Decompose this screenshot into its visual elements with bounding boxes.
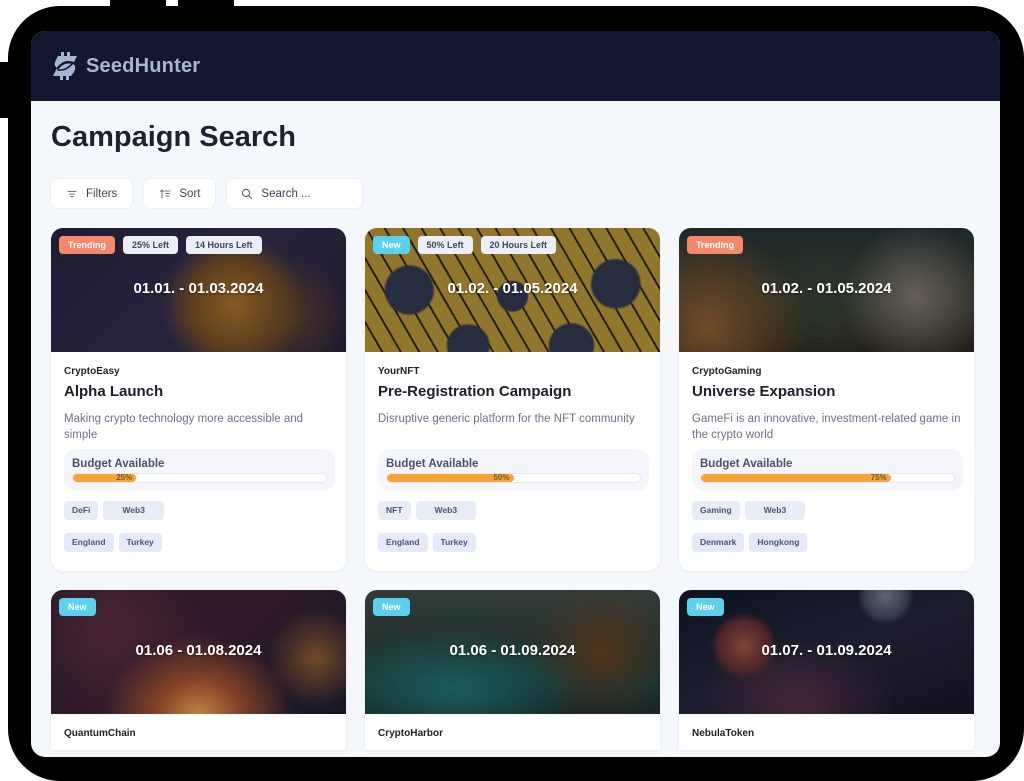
campaign-dates: 01.02. - 01.05.2024 (761, 280, 892, 297)
campaign-grid: Trending 25% Left 14 Hours Left 01.01. -… (51, 228, 975, 750)
campaign-title: Alpha Launch (64, 383, 164, 400)
category-tag[interactable]: Web3 (415, 501, 477, 520)
sort-button[interactable]: Sort (144, 179, 216, 208)
campaign-card[interactable]: New 01.06 - 01.08.2024 QuantumChain (51, 590, 346, 750)
toolbar: Filters Sort Search ... (51, 179, 363, 208)
badge-group: New 50% Left 20 Hours Left (373, 236, 557, 254)
new-badge: New (373, 236, 410, 254)
budget-label: Budget Available (72, 458, 165, 470)
category-tags: DeFi Web3 (64, 501, 333, 520)
campaign-dates: 01.02. - 01.05.2024 (447, 280, 578, 297)
campaign-title: Universe Expansion (692, 383, 836, 400)
time-left-badge: 20 Hours Left (480, 236, 557, 254)
search-input[interactable]: Search ... (227, 179, 363, 208)
new-badge: New (687, 598, 724, 616)
campaign-image: New 01.06 - 01.09.2024 (365, 590, 660, 714)
category-tag[interactable]: NFT (378, 501, 411, 520)
category-tags: NFT Web3 (378, 501, 647, 520)
company-name: YourNFT (378, 366, 420, 377)
region-tags: Denmark Hongkong (692, 533, 961, 552)
company-name: QuantumChain (64, 728, 136, 739)
category-tag[interactable]: Web3 (103, 501, 164, 520)
budget-left-badge: 50% Left (417, 236, 473, 254)
region-tag[interactable]: England (378, 533, 428, 552)
budget-progress-bar: 50% (386, 473, 641, 483)
search-placeholder: Search ... (261, 187, 311, 200)
seedhunter-logo-icon (53, 52, 77, 80)
page-title: Campaign Search (51, 121, 296, 153)
budget-percent: 25% (116, 473, 133, 482)
budget-percent: 75% (870, 473, 887, 482)
campaign-dates: 01.07. - 01.09.2024 (761, 642, 892, 659)
budget-panel: Budget Available 75% (692, 449, 963, 491)
campaign-image: New 01.07. - 01.09.2024 (679, 590, 974, 714)
campaign-dates: 01.06 - 01.08.2024 (135, 642, 262, 659)
budget-progress-fill: 75% (701, 474, 891, 482)
campaign-image: Trending 01.02. - 01.05.2024 (679, 228, 974, 352)
budget-left-badge: 25% Left (123, 236, 179, 254)
region-tag[interactable]: Hongkong (749, 533, 808, 552)
budget-progress-fill: 25% (73, 473, 137, 482)
region-tag[interactable]: England (64, 533, 114, 552)
category-tag[interactable]: DeFi (64, 501, 99, 520)
campaign-image: Trending 25% Left 14 Hours Left 01.01. -… (51, 228, 346, 352)
new-badge: New (59, 598, 96, 616)
campaign-description: GameFi is an innovative, investment-rela… (692, 413, 961, 441)
badge-group: New (59, 598, 96, 616)
company-name: CryptoEasy (64, 366, 120, 377)
campaign-card[interactable]: Trending 25% Left 14 Hours Left 01.01. -… (51, 228, 346, 571)
badge-group: Trending 25% Left 14 Hours Left (59, 236, 262, 254)
campaign-description: Making crypto technology more accessible… (64, 413, 304, 441)
budget-progress-bar: 25% (72, 473, 327, 483)
badge-group: Trending (687, 236, 743, 254)
campaign-description: Disruptive generic platform for the NFT … (378, 413, 635, 425)
app-name: SeedHunter (86, 54, 201, 77)
top-navigation-bar: SeedHunter (31, 31, 1000, 101)
category-tags: Gaming Web3 (692, 501, 961, 520)
campaign-card[interactable]: Trending 01.02. - 01.05.2024 CryptoGamin… (679, 228, 974, 571)
company-name: NebulaToken (692, 728, 755, 739)
campaign-title: Pre-Registration Campaign (378, 383, 572, 400)
badge-group: New (373, 598, 410, 616)
time-left-badge: 14 Hours Left (186, 236, 262, 254)
campaign-image: New 50% Left 20 Hours Left 01.02. - 01.0… (365, 228, 660, 352)
budget-panel: Budget Available 25% (64, 449, 335, 491)
budget-panel: Budget Available 50% (378, 449, 649, 491)
budget-label: Budget Available (700, 458, 793, 470)
company-name: CryptoHarbor (378, 728, 444, 739)
search-icon (242, 188, 253, 199)
trending-badge: Trending (687, 236, 743, 254)
budget-percent: 50% (493, 473, 510, 482)
campaign-card[interactable]: New 01.06 - 01.09.2024 CryptoHarbor (365, 590, 660, 750)
budget-progress-bar: 75% (700, 473, 955, 483)
category-tag[interactable]: Web3 (744, 501, 806, 520)
category-tag[interactable]: Gaming (692, 501, 740, 520)
company-name: CryptoGaming (692, 366, 762, 377)
trending-badge: Trending (59, 236, 115, 254)
campaign-dates: 01.01. - 01.03.2024 (133, 280, 264, 297)
region-tags: England Turkey (378, 533, 647, 552)
region-tag[interactable]: Turkey (432, 533, 476, 552)
campaign-dates: 01.06 - 01.09.2024 (449, 642, 576, 659)
logo[interactable]: SeedHunter (50, 51, 200, 81)
filters-button[interactable]: Filters (51, 179, 133, 208)
new-badge: New (373, 598, 410, 616)
sort-label: Sort (179, 187, 201, 200)
region-tag[interactable]: Turkey (118, 533, 162, 552)
budget-progress-fill: 50% (387, 474, 514, 482)
region-tags: England Turkey (64, 533, 333, 552)
filter-icon (67, 190, 77, 197)
badge-group: New (687, 598, 724, 616)
region-tag[interactable]: Denmark (692, 533, 745, 552)
budget-label: Budget Available (386, 458, 479, 470)
campaign-card[interactable]: New 01.07. - 01.09.2024 NebulaToken (679, 590, 974, 750)
sort-icon (160, 188, 171, 198)
campaign-image: New 01.06 - 01.08.2024 (51, 590, 346, 714)
app-screen: SeedHunter Campaign Search Filters Sort … (31, 31, 1000, 757)
campaign-card[interactable]: New 50% Left 20 Hours Left 01.02. - 01.0… (365, 228, 660, 571)
filters-label: Filters (86, 187, 118, 200)
